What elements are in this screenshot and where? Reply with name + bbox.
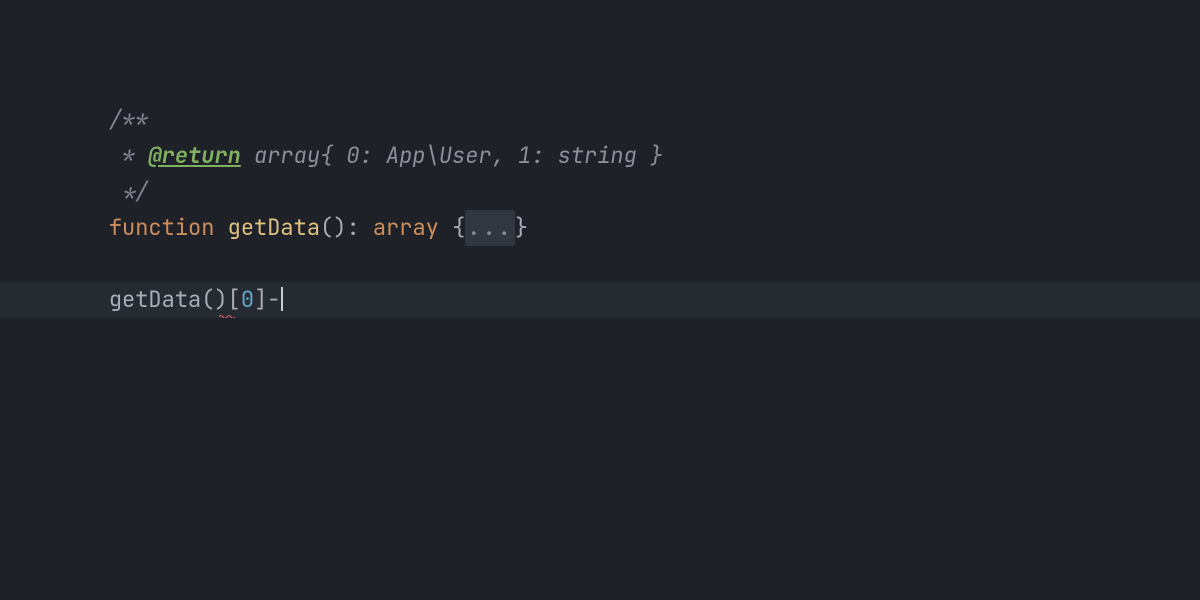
code-fold-ellipsis[interactable]: ... <box>465 210 515 246</box>
phpdoc-return-tag: @return <box>148 141 240 170</box>
bracket-open: [ <box>228 285 241 314</box>
bracket-close: ] <box>254 285 267 314</box>
function-call: getData <box>109 285 201 314</box>
colon: : <box>346 213 372 242</box>
code-line[interactable]: function getData(): array {...} <box>0 174 1200 210</box>
code-line[interactable]: * @return array{ 0: App\User, 1: string … <box>0 102 1200 138</box>
docblock-open: /** <box>109 105 149 134</box>
space <box>439 213 452 242</box>
brace-close: } <box>515 213 528 242</box>
space <box>214 213 227 242</box>
brace-open: { <box>452 213 465 242</box>
return-type: array <box>373 213 439 242</box>
keyword-function: function <box>109 213 215 242</box>
docblock-close: */ <box>109 177 149 206</box>
docblock-prefix: * <box>109 141 149 170</box>
code-line[interactable]: /** <box>0 66 1200 102</box>
parentheses: () <box>320 213 346 242</box>
dash-operator: - <box>267 285 280 314</box>
code-editor[interactable]: /** * @return array{ 0: App\User, 1: str… <box>0 0 1200 600</box>
function-name: getData <box>228 213 320 242</box>
phpdoc-type: array{ 0: App\User, 1: string } <box>241 141 663 170</box>
text-cursor <box>281 287 283 311</box>
parentheses: () <box>201 285 227 314</box>
index-literal: 0 <box>241 285 254 314</box>
code-line-current[interactable]: getData()[0]- <box>0 246 1200 282</box>
